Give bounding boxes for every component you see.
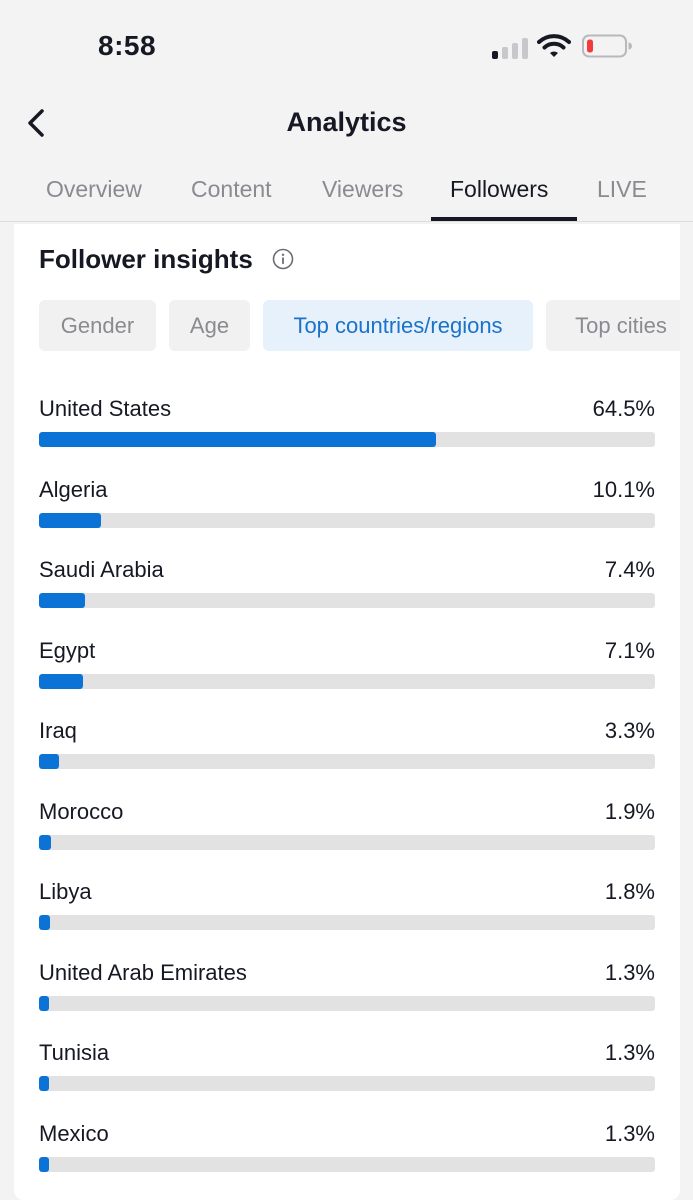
progress-track	[39, 673, 655, 689]
country-name: Algeria	[39, 476, 108, 502]
country-percent: 3.3%	[604, 718, 655, 743]
country-name: Iraq	[39, 718, 77, 743]
progress-track	[39, 915, 655, 930]
status-bar: 8:58	[0, 0, 693, 95]
tab-content[interactable]: Content	[191, 176, 272, 203]
progress-track	[39, 1156, 655, 1172]
country-percent: 64.5%	[592, 396, 655, 421]
country-name: Saudi Arabia	[39, 557, 164, 582]
country-list: United States 64.5% Algeria 10.1% Saudi …	[39, 392, 655, 1197]
progress-fill	[39, 432, 437, 447]
nav-header: Analytics	[0, 95, 693, 155]
list-item: United States 64.5%	[39, 392, 655, 473]
country-name: Tunisia	[39, 1040, 110, 1065]
country-percent: 1.3%	[604, 959, 655, 985]
page-title: Analytics	[286, 107, 407, 137]
country-percent: 7.1%	[604, 637, 655, 663]
country-name: Morocco	[39, 798, 124, 824]
progress-track	[39, 995, 655, 1011]
progress-fill	[39, 995, 49, 1011]
section-title: Follower insights	[39, 244, 253, 274]
country-percent: 7.4%	[604, 557, 655, 582]
country-percent: 1.3%	[604, 1120, 655, 1146]
tab-followers[interactable]: Followers	[450, 176, 548, 203]
list-item: Saudi Arabia 7.4%	[39, 553, 655, 634]
country-name: Mexico	[39, 1120, 109, 1146]
country-name: Egypt	[39, 637, 96, 663]
status-time: 8:58	[98, 30, 157, 61]
progress-fill	[39, 593, 85, 608]
tab-viewers[interactable]: Viewers	[322, 176, 403, 203]
chip-age[interactable]: Age	[169, 300, 250, 351]
progress-track	[39, 593, 655, 608]
insight-filter-chips: Gender Age Top countries/regions Top cit…	[39, 300, 680, 352]
progress-fill	[39, 1076, 49, 1091]
chip-gender[interactable]: Gender	[39, 300, 156, 351]
country-name: United Arab Emirates	[39, 959, 247, 985]
country-percent: 1.3%	[604, 1040, 655, 1065]
country-percent: 1.8%	[604, 879, 655, 904]
progress-fill	[39, 1156, 49, 1172]
list-item: United Arab Emirates 1.3%	[39, 956, 655, 1037]
tab-live[interactable]: LIVE	[597, 176, 647, 203]
active-tab-indicator	[431, 217, 577, 221]
progress-fill	[39, 834, 51, 850]
list-item: Tunisia 1.3%	[39, 1036, 655, 1117]
progress-fill	[39, 512, 102, 528]
progress-fill	[39, 754, 60, 769]
country-name: Libya	[39, 879, 92, 904]
battery-low-icon	[582, 34, 632, 58]
list-item: Mexico 1.3%	[39, 1117, 655, 1198]
progress-track	[39, 512, 655, 528]
tab-overview[interactable]: Overview	[46, 176, 142, 203]
list-item: Iraq 3.3%	[39, 714, 655, 795]
info-icon[interactable]	[272, 248, 294, 270]
progress-track	[39, 432, 655, 447]
chip-top-cities[interactable]: Top cities	[546, 300, 680, 351]
list-item: Libya 1.8%	[39, 875, 655, 956]
country-name: United States	[39, 396, 172, 421]
chip-top-countries-regions[interactable]: Top countries/regions	[263, 300, 533, 351]
cellular-signal-icon	[492, 37, 528, 59]
progress-fill	[39, 915, 51, 930]
progress-track	[39, 754, 655, 769]
progress-track	[39, 1076, 655, 1091]
list-item: Algeria 10.1%	[39, 473, 655, 554]
progress-fill	[39, 673, 83, 689]
tab-bar: Overview Content Viewers Followers LIVE	[0, 160, 693, 222]
progress-track	[39, 834, 655, 850]
country-percent: 10.1%	[592, 476, 655, 502]
list-item: Egypt 7.1%	[39, 634, 655, 715]
follower-insights-card: Follower insights Gender Age Top countri…	[14, 224, 680, 1200]
list-item: Morocco 1.9%	[39, 795, 655, 876]
country-percent: 1.9%	[604, 798, 655, 824]
wifi-icon	[537, 34, 571, 57]
